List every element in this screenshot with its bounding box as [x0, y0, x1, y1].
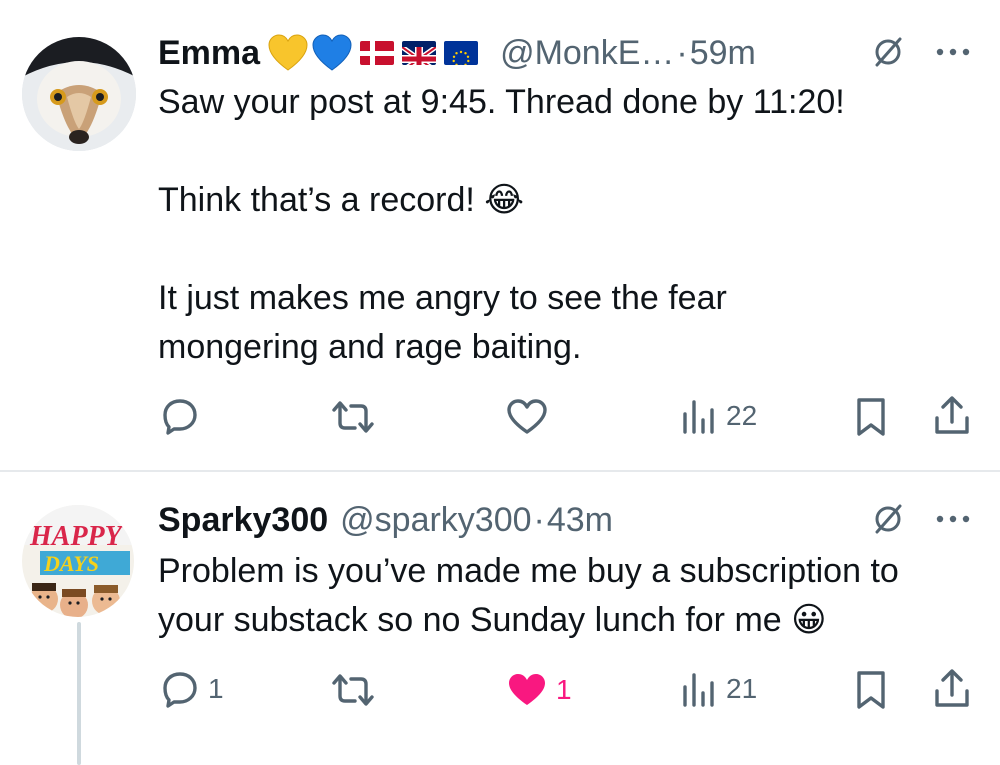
tweet-text: Problem is you’ve made me buy a subscrip…: [158, 547, 978, 645]
user-handle[interactable]: @MonkE…: [500, 34, 674, 73]
share-icon: [935, 396, 969, 434]
display-name[interactable]: Emma: [158, 34, 260, 73]
reply-button[interactable]: 1: [160, 669, 224, 709]
bookmark-icon: [857, 671, 885, 709]
tweet-paragraph: It just makes me angry to see the fear m…: [158, 279, 727, 366]
tweet-divider: [0, 470, 1000, 472]
yellow-heart-icon: [268, 34, 308, 72]
heart-filled-icon: [509, 674, 545, 705]
reply-count: 1: [208, 673, 224, 704]
display-name[interactable]: Sparky300: [158, 501, 328, 540]
timestamp[interactable]: 59m: [690, 34, 756, 73]
analytics-icon: [683, 400, 714, 434]
views-count: 21: [726, 673, 758, 704]
retweet-button[interactable]: [330, 398, 384, 436]
like-button[interactable]: 1: [506, 671, 572, 709]
analytics-icon: [683, 673, 714, 707]
tweet-emma[interactable]: Emma @MonkE… · 59m Saw your post at 9:45…: [0, 0, 1000, 470]
views-count: 22: [726, 400, 758, 431]
like-button[interactable]: [506, 398, 556, 436]
retweet-button[interactable]: [330, 671, 384, 709]
separator-dot: ·: [533, 500, 545, 539]
avatar-text: DAYS: [43, 551, 99, 576]
avatar-text: HAPPY: [29, 521, 125, 552]
separator-dot: ·: [676, 33, 688, 72]
more-options-icon[interactable]: [935, 513, 971, 525]
tweet-paragraph: Saw your post at 9:45. Thread done by 11…: [158, 83, 845, 121]
timestamp[interactable]: 43m: [547, 501, 613, 540]
bookmark-icon: [857, 398, 885, 436]
tweet-header: Emma @MonkE… · 59m: [158, 28, 756, 78]
reply-button[interactable]: [160, 396, 208, 436]
tweet-paragraph: Problem is you’ve made me buy a subscrip…: [158, 552, 899, 639]
blue-heart-icon: [312, 34, 352, 72]
denmark-flag-icon: [360, 41, 395, 65]
tweet-text: Saw your post at 9:45. Thread done by 11…: [158, 78, 978, 372]
reply-icon: [163, 399, 197, 435]
avatar[interactable]: [22, 37, 136, 151]
avatar[interactable]: HAPPY DAYS: [22, 505, 134, 617]
views-button[interactable]: 22: [680, 396, 757, 436]
reply-icon: [163, 672, 197, 708]
heart-icon: [507, 399, 547, 434]
bookmark-button[interactable]: [854, 396, 888, 438]
more-options-icon[interactable]: [935, 46, 971, 58]
views-button[interactable]: 21: [680, 669, 757, 709]
eu-flag-icon: [444, 41, 479, 65]
bookmark-button[interactable]: [854, 669, 888, 711]
tweet-header: Sparky300 @sparky300 · 43m: [158, 495, 613, 545]
grok-icon[interactable]: [870, 34, 906, 70]
thread-connector-line: [77, 622, 81, 765]
tweet-paragraph: Think that’s a record! 😂: [158, 181, 525, 219]
user-handle[interactable]: @sparky300: [340, 501, 531, 540]
retweet-icon: [332, 674, 374, 706]
retweet-icon: [332, 401, 374, 433]
share-button[interactable]: [932, 667, 972, 711]
share-button[interactable]: [932, 394, 972, 438]
like-count: 1: [556, 674, 572, 705]
grok-icon[interactable]: [870, 501, 906, 537]
share-icon: [935, 669, 969, 707]
uk-flag-icon: [402, 41, 437, 65]
